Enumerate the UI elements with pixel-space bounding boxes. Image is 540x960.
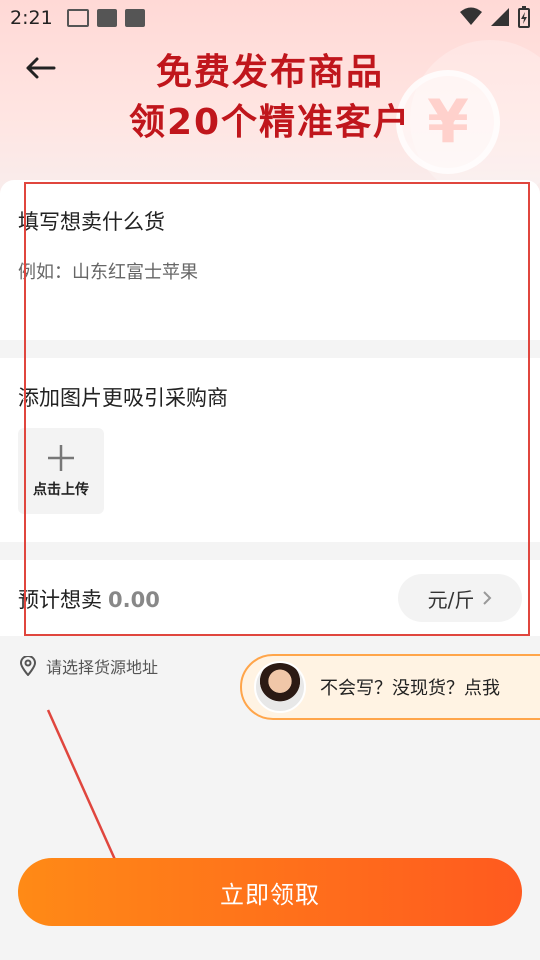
wifi-icon xyxy=(460,7,482,25)
claim-now-button[interactable]: 立即领取 xyxy=(18,858,522,926)
page-title: 免费发布商品 领20个精准客户 xyxy=(0,48,540,148)
image-upload-card: 添加图片更吸引采购商 点击上传 xyxy=(0,358,540,542)
location-pin-icon xyxy=(20,656,36,676)
battery-icon xyxy=(518,6,530,28)
item-name-card: 填写想卖什么货 例如：山东红富士苹果 xyxy=(0,180,540,340)
status-bar: 2:21 xyxy=(0,0,540,36)
upload-label: 点击上传 xyxy=(33,482,89,498)
customer-service-avatar xyxy=(254,661,306,713)
item-name-input[interactable]: 例如：山东红富士苹果 xyxy=(18,258,198,284)
price-value: 0.00 xyxy=(108,588,160,612)
upload-image-button[interactable]: 点击上传 xyxy=(18,428,104,514)
claim-now-label: 立即领取 xyxy=(220,880,320,909)
help-button[interactable]: 不会写？没现货？点我 xyxy=(240,654,540,720)
image-notification-icon xyxy=(66,9,89,27)
item-name-label: 填写想卖什么货 xyxy=(18,210,165,234)
address-label: 请选择货源地址 xyxy=(46,658,159,677)
unit-label: 元/斤 xyxy=(427,587,475,612)
plus-icon xyxy=(48,445,74,471)
address-selector[interactable]: 请选择货源地址 xyxy=(20,654,158,678)
help-text: 不会写？没现货？点我 xyxy=(320,678,500,699)
notification-icon xyxy=(96,9,117,27)
chevron-right-icon xyxy=(483,591,492,605)
signal-icon xyxy=(491,8,509,26)
notification-icon xyxy=(124,9,145,27)
price-label: 预计想卖 xyxy=(18,588,102,612)
unit-selector[interactable]: 元/斤 xyxy=(398,574,522,622)
price-row[interactable]: 预计想卖 0.00 xyxy=(18,584,160,614)
headline-line-1: 免费发布商品 xyxy=(155,52,384,93)
price-card: 预计想卖 0.00 元/斤 xyxy=(0,560,540,636)
headline-line-2: 领20个精准客户 xyxy=(128,102,412,143)
image-upload-label: 添加图片更吸引采购商 xyxy=(18,386,228,410)
status-time: 2:21 xyxy=(10,7,53,29)
